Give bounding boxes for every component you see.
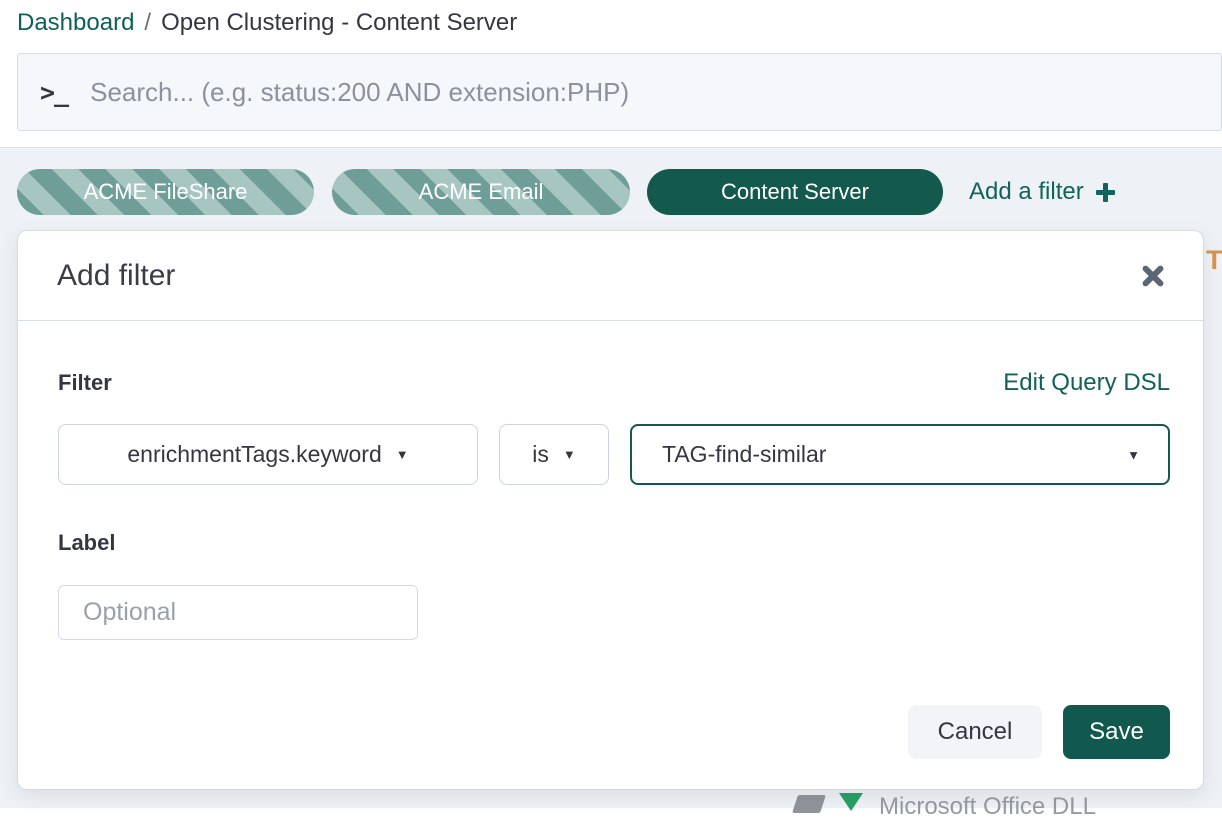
search-input[interactable] <box>90 77 1221 108</box>
close-icon <box>1140 263 1166 289</box>
chevron-down-icon: ▼ <box>563 448 576 461</box>
value-dropdown[interactable]: TAG-find-similar ▼ <box>630 424 1170 485</box>
close-button[interactable] <box>1139 262 1167 290</box>
label-heading: Label <box>58 530 1170 556</box>
background-partial-glyph: T <box>1206 245 1222 276</box>
modal-header: Add filter <box>18 231 1203 321</box>
modal-footer: Cancel Save <box>908 705 1170 759</box>
breadcrumb-separator: / <box>144 9 151 37</box>
filter-pill-acme-fileshare[interactable]: ACME FileShare <box>17 169 314 215</box>
filter-section-header: Filter Edit Query DSL <box>58 369 1170 397</box>
field-dropdown[interactable]: enrichmentTags.keyword ▼ <box>58 424 478 485</box>
modal-body: Filter Edit Query DSL enrichmentTags.key… <box>18 321 1203 640</box>
save-button[interactable]: Save <box>1063 705 1170 759</box>
filter-pill-label: ACME Email <box>419 179 544 205</box>
page: { "breadcrumb": { "dashboard": "Dashboar… <box>0 0 1222 808</box>
label-input[interactable] <box>58 585 418 640</box>
file-type-icon <box>792 795 826 813</box>
field-dropdown-value: enrichmentTags.keyword <box>127 441 381 468</box>
cancel-button[interactable]: Cancel <box>908 705 1042 759</box>
breadcrumb-dashboard-link[interactable]: Dashboard <box>17 9 134 37</box>
add-filter-modal: Add filter Filter Edit Query DSL enrichm… <box>17 230 1204 790</box>
modal-title: Add filter <box>57 259 175 293</box>
operator-dropdown-value: is <box>532 441 549 468</box>
filter-pill-content-server[interactable]: Content Server <box>647 169 943 215</box>
value-dropdown-value: TAG-find-similar <box>662 441 826 468</box>
filter-pill-label: ACME FileShare <box>84 179 248 205</box>
add-a-filter-button[interactable]: Add a filter <box>969 169 1115 215</box>
status-triangle-icon <box>839 793 863 811</box>
filter-pill-acme-email[interactable]: ACME Email <box>332 169 630 215</box>
terminal-prompt-icon: >_ <box>40 78 68 107</box>
filter-pill-label: Content Server <box>721 179 869 205</box>
operator-dropdown[interactable]: is ▼ <box>499 424 609 485</box>
filter-controls-row: enrichmentTags.keyword ▼ is ▼ TAG-find-s… <box>58 424 1170 485</box>
chevron-down-icon: ▼ <box>396 448 409 461</box>
search-bar: >_ <box>17 53 1222 131</box>
add-a-filter-label: Add a filter <box>969 178 1084 206</box>
background-partial-row: Microsoft Office DLL <box>795 793 1096 821</box>
chevron-down-icon: ▼ <box>1127 448 1140 461</box>
background-row-text: Microsoft Office DLL <box>879 793 1096 821</box>
plus-icon <box>1096 183 1115 202</box>
page-title: Open Clustering - Content Server <box>161 9 517 37</box>
breadcrumb: Dashboard / Open Clustering - Content Se… <box>17 9 517 37</box>
filter-heading: Filter <box>58 370 112 396</box>
edit-query-dsl-link[interactable]: Edit Query DSL <box>1003 369 1170 397</box>
